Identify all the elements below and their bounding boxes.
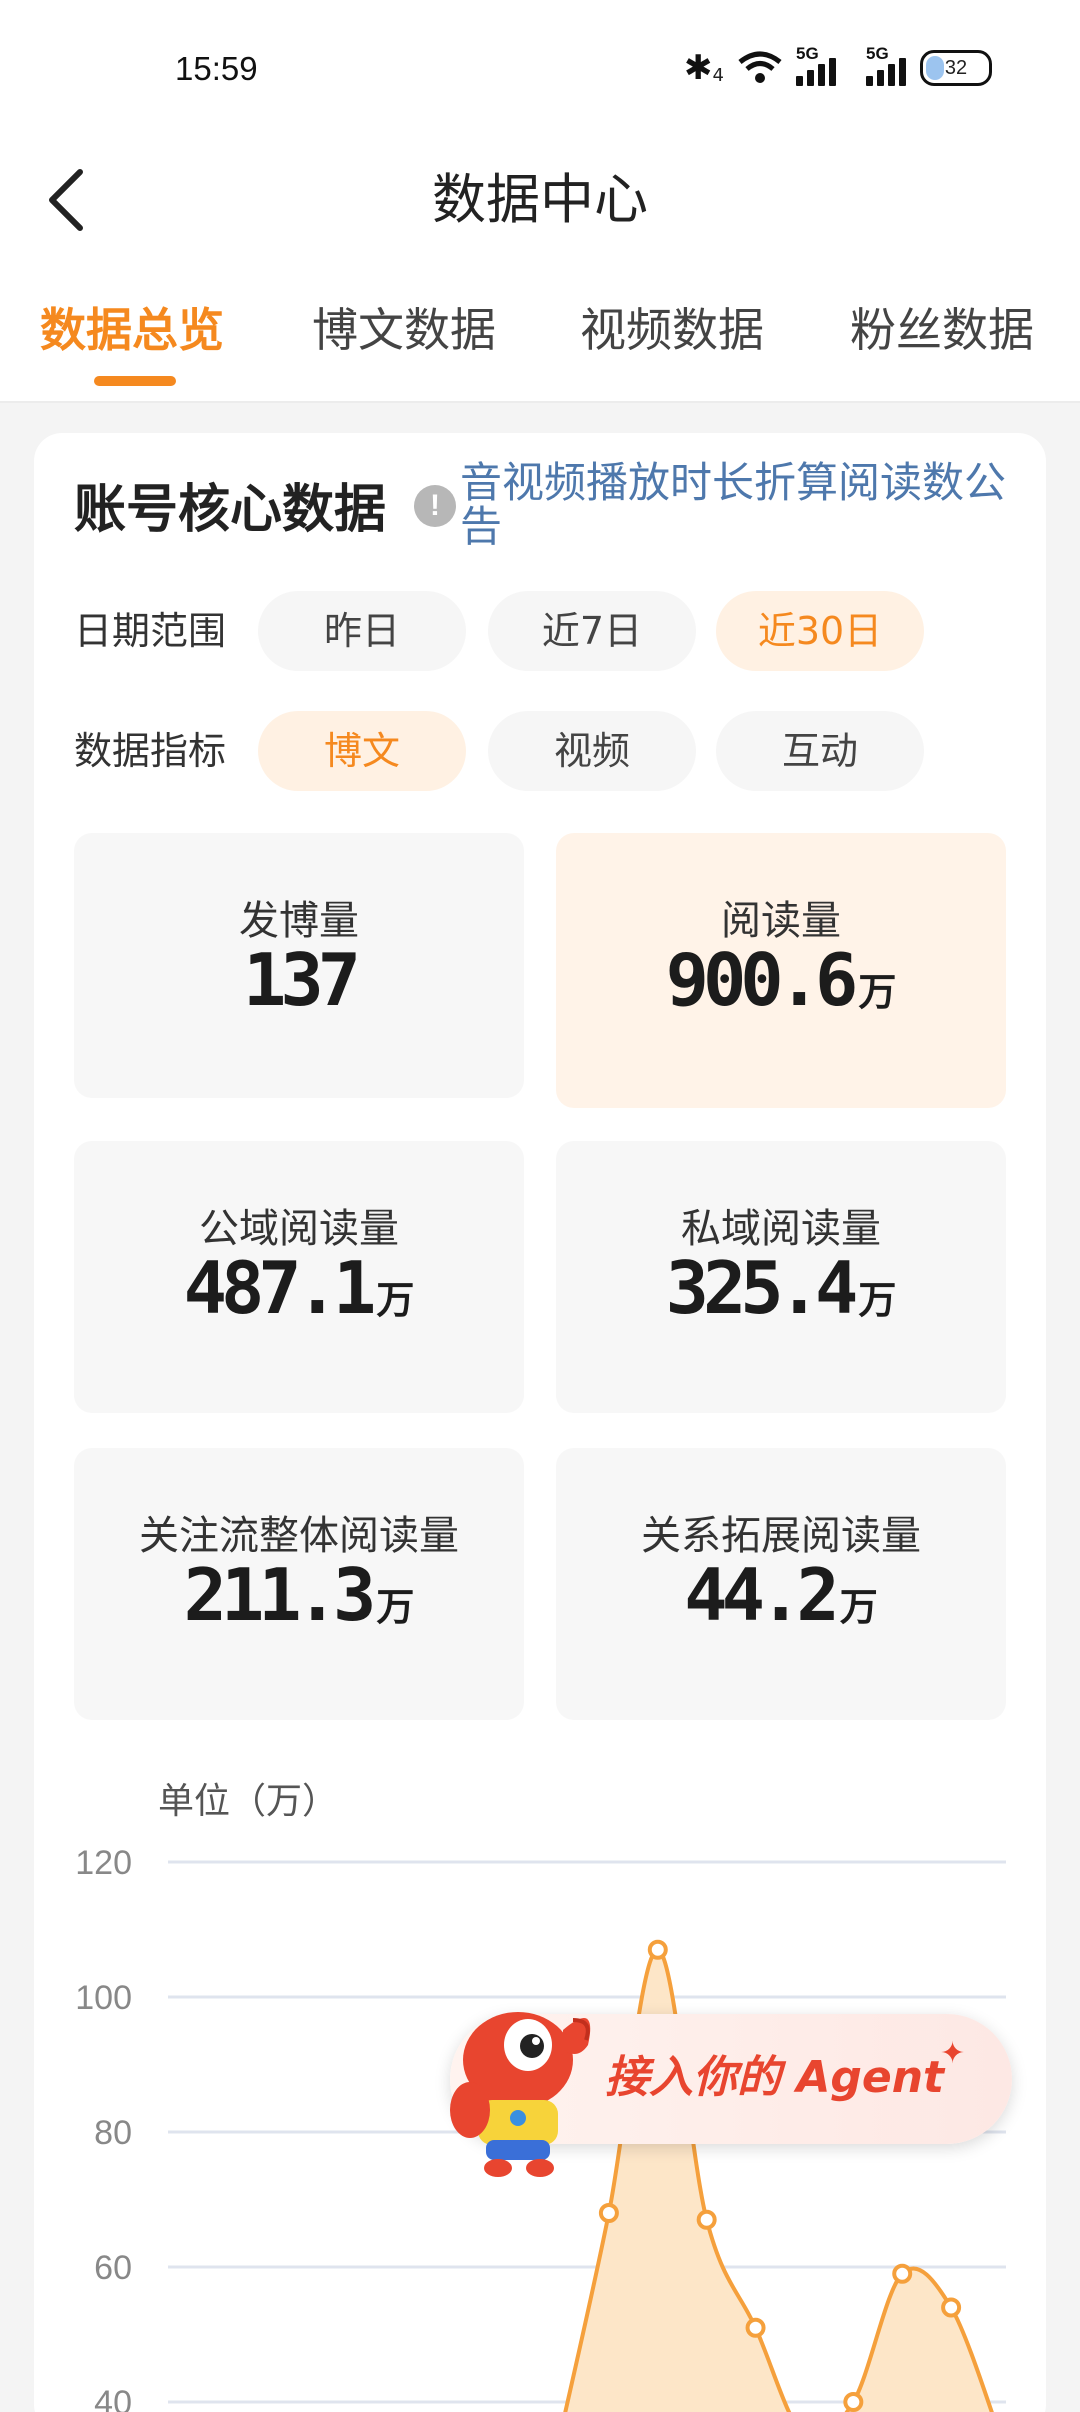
stat-value: 137	[242, 938, 361, 1022]
stat-value: 900.6 万	[665, 938, 897, 1022]
signal-icon-1: 5G	[796, 44, 836, 86]
metric-chip-interaction[interactable]: 互动	[716, 711, 924, 791]
tab-posts[interactable]: 博文数据	[312, 300, 496, 360]
metric-label: 数据指标	[74, 729, 227, 773]
tab-overview[interactable]: 数据总览	[40, 300, 224, 360]
status-bar: 15:59 ✱ 4 5G 5G 32	[0, 0, 1080, 140]
page-title: 数据中心	[432, 168, 648, 231]
bluetooth-count: 4	[712, 64, 724, 86]
metric-chip-videos[interactable]: 视频	[488, 711, 696, 791]
data-point[interactable]	[941, 2297, 962, 2318]
y-tick-label: 120	[75, 1844, 132, 1882]
y-tick-label: 40	[94, 2384, 132, 2412]
data-point[interactable]	[647, 1939, 668, 1960]
status-time: 15:59	[175, 50, 258, 87]
tab-videos[interactable]: 视频数据	[580, 300, 764, 360]
mascot-icon[interactable]	[448, 1990, 608, 2180]
info-icon[interactable]: !	[414, 485, 456, 527]
data-point[interactable]	[696, 2209, 717, 2230]
battery-icon: 32	[920, 50, 992, 86]
bluetooth-icon: ✱	[684, 48, 713, 88]
signal-icon-2: 5G	[866, 44, 906, 86]
data-point[interactable]	[892, 2263, 913, 2284]
stat-value: 487.1 万	[183, 1246, 415, 1330]
sparkle-icon: ✦	[940, 2036, 966, 2071]
data-point[interactable]	[598, 2203, 619, 2223]
date-chip-30days[interactable]: 近30日	[716, 591, 924, 671]
status-icons: ✱ 4 5G 5G 32	[684, 44, 992, 88]
y-tick-label: 80	[94, 2114, 132, 2152]
stat-value: 325.4 万	[665, 1246, 897, 1330]
tab-bar: 数据总览 博文数据 视频数据 粉丝数据	[0, 260, 1080, 403]
data-point[interactable]	[843, 2392, 864, 2412]
metric-chip-posts[interactable]: 博文	[258, 711, 466, 791]
stat-value: 211.3 万	[183, 1553, 415, 1637]
card-title: 账号核心数据	[74, 480, 387, 540]
date-chip-7days[interactable]: 近7日	[488, 591, 696, 671]
stat-card-private-reads[interactable]: 私域阅读量 325.4 万	[556, 1141, 1006, 1413]
y-tick-label: 60	[94, 2249, 132, 2287]
date-chip-yesterday[interactable]: 昨日	[258, 591, 466, 671]
y-tick-label: 100	[75, 1979, 132, 2017]
tab-indicator	[94, 376, 176, 386]
stat-value: 44.2 万	[684, 1553, 878, 1637]
nav-bar: 数据中心	[0, 140, 1080, 260]
notice-link[interactable]: 音视频播放时长折算阅读数公告	[460, 461, 1030, 549]
stat-card-reads[interactable]: 阅读量 900.6 万	[556, 833, 1006, 1108]
stat-card-relation-reads[interactable]: 关系拓展阅读量 44.2 万	[556, 1448, 1006, 1720]
agent-text: 接入你的 Agent	[605, 2052, 945, 2103]
stat-card-posts[interactable]: 发博量 137	[74, 833, 524, 1098]
stat-card-follow-reads[interactable]: 关注流整体阅读量 211.3 万	[74, 1448, 524, 1720]
date-range-label: 日期范围	[74, 609, 227, 653]
wifi-icon	[738, 51, 782, 83]
data-point[interactable]	[745, 2317, 766, 2338]
tab-fans[interactable]: 粉丝数据	[850, 300, 1034, 360]
stat-card-public-reads[interactable]: 公域阅读量 487.1 万	[74, 1141, 524, 1413]
